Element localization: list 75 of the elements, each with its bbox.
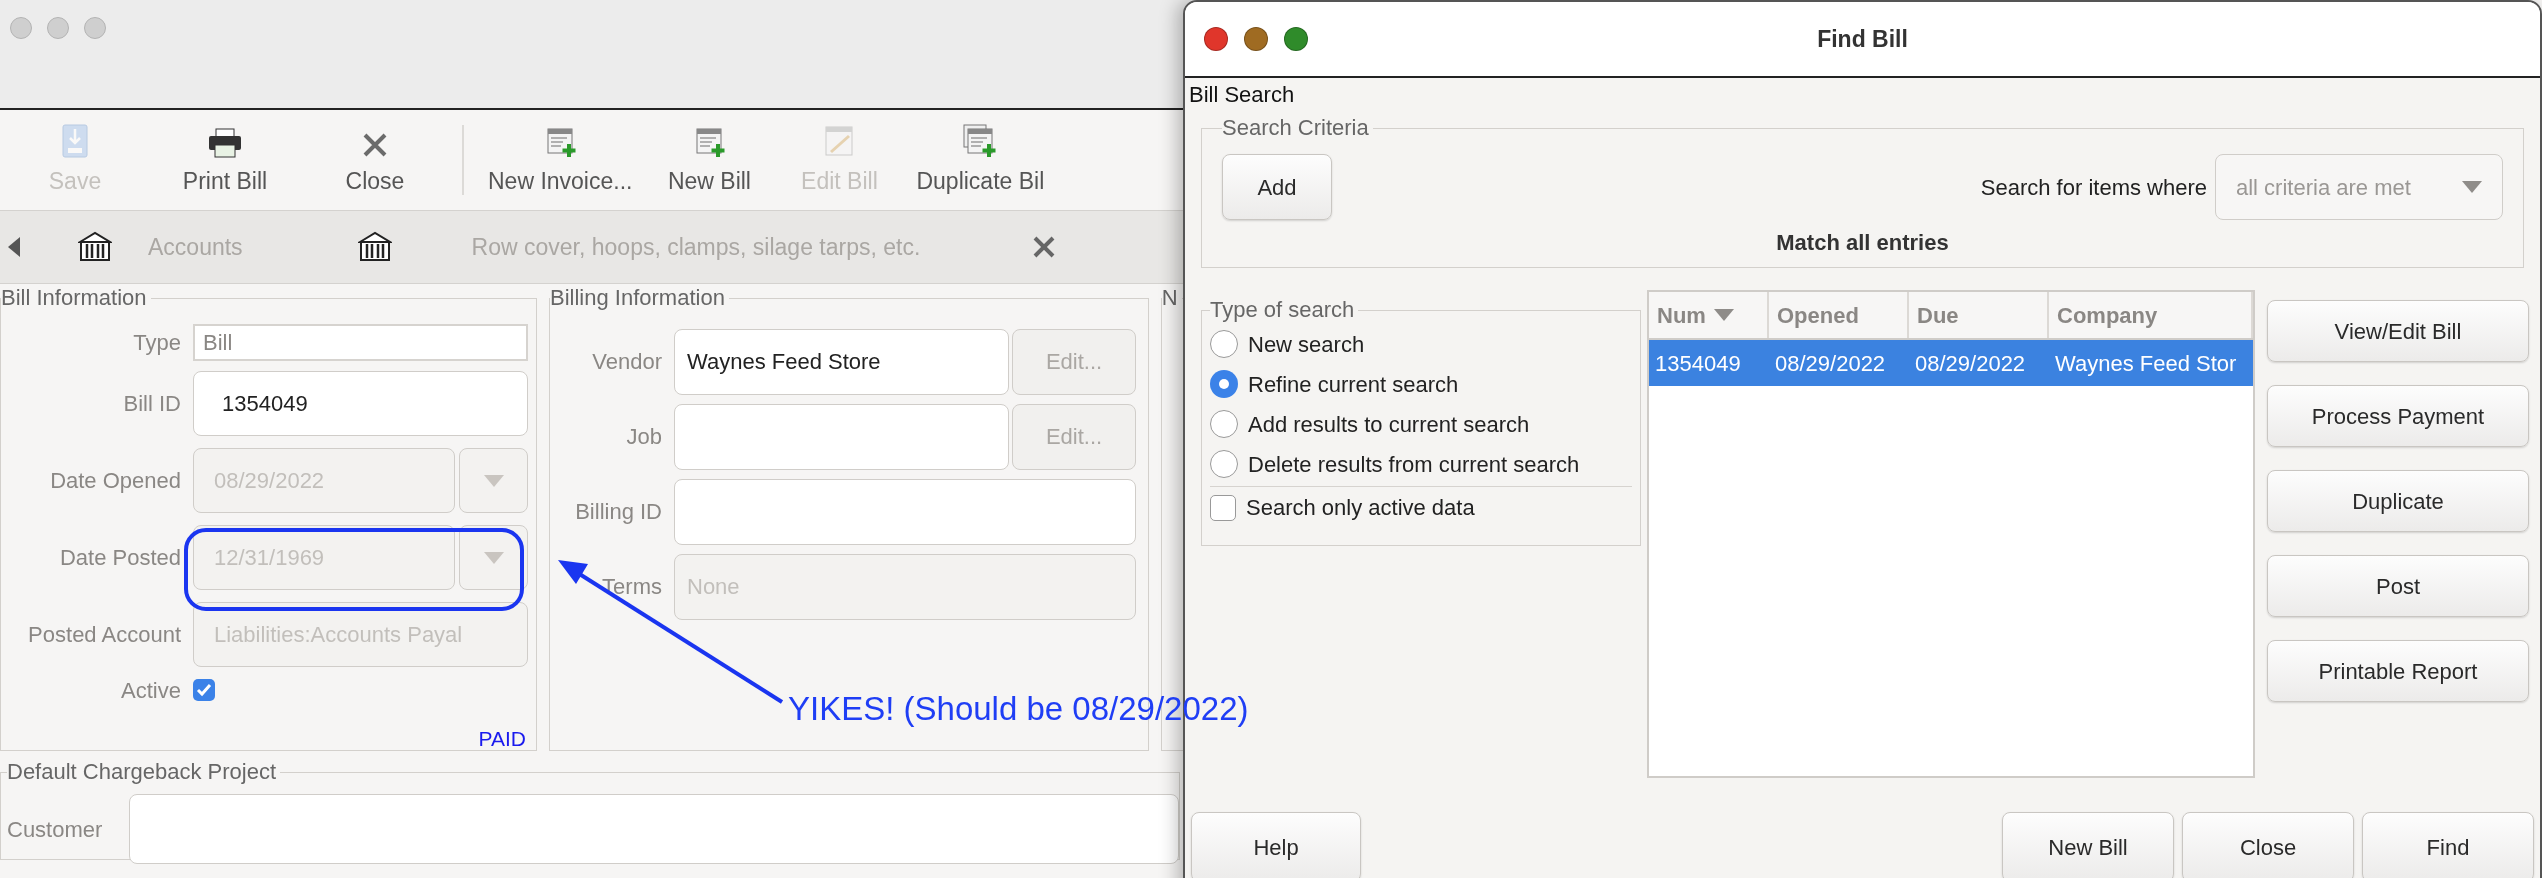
toolbar-button[interactable]: Close [300, 121, 450, 199]
text-field[interactable]: 1354049 [193, 371, 528, 436]
left-arrow-icon[interactable] [8, 237, 20, 257]
text-field[interactable] [674, 403, 1009, 470]
field-label: Active [121, 676, 181, 705]
group-title: Search Criteria [1222, 116, 1370, 140]
caret-icon [483, 551, 504, 564]
push-button[interactable]: Find [2362, 812, 2534, 878]
caret-icon [483, 474, 504, 487]
customer-field[interactable] [129, 794, 1179, 864]
caret-icon [2462, 181, 2482, 193]
table-row[interactable]: 1354049 08/29/2022 08/29/2022 Waynes Feed Stor [1649, 340, 2253, 386]
table-cell-text: Waynes Feed Stor [2054, 349, 2238, 378]
toolbar-button[interactable]: New Bill [644, 121, 775, 199]
field-label: Job [626, 423, 662, 451]
option-label: New search [1248, 330, 1365, 359]
radio-button[interactable] [1210, 410, 1238, 438]
close-icon[interactable] [1032, 235, 1057, 259]
sort-caret-icon [1713, 309, 1734, 321]
option-label: Add results to current search [1248, 410, 1530, 439]
field-label: Terms [602, 573, 662, 601]
radio-button[interactable] [1210, 450, 1238, 478]
push-button[interactable]: Process Payment [2267, 385, 2529, 447]
push-button[interactable]: Add [1222, 154, 1332, 220]
document-plus-icon [963, 123, 998, 158]
push-button[interactable]: Printable Report [2267, 640, 2529, 702]
push-button[interactable]: New Bill [2002, 812, 2174, 878]
status-label: PAID [478, 726, 526, 752]
toolbar-button[interactable]: New Invoice... [476, 121, 645, 199]
table-cell-text: 08/29/2022 [1914, 349, 2027, 378]
field-label: Customer [7, 815, 104, 844]
push-button[interactable]: View/Edit Bill [2267, 300, 2529, 362]
option-label: Delete results from current search [1248, 450, 1580, 479]
option-label: Search only active data [1246, 494, 1475, 522]
summary-text: Match all entries [1776, 229, 1949, 257]
save-icon [62, 123, 88, 158]
push-button[interactable]: Duplicate [2267, 470, 2529, 532]
date-dropdown-button[interactable] [459, 525, 528, 590]
window-control-icon[interactable] [1204, 27, 1228, 51]
checkbox[interactable] [1210, 494, 1236, 521]
radio-button[interactable] [1210, 370, 1238, 398]
radio-button[interactable] [1210, 330, 1238, 358]
group-title: Type of search [1210, 298, 1356, 322]
push-button[interactable]: Help [1191, 812, 1361, 878]
group-title: N [1161, 286, 1179, 310]
field-label: Bill ID [123, 390, 181, 418]
printer-icon [208, 127, 242, 158]
push-button[interactable]: Post [2267, 555, 2529, 617]
toolbar-button[interactable]: Duplicate Bil [904, 121, 1057, 199]
text-field[interactable] [674, 478, 1136, 545]
field-label: Type [133, 329, 181, 357]
toolbar-button[interactable]: Print Bill [150, 121, 300, 199]
field-label: Posted Account [28, 621, 181, 649]
group-title: Default Chargeback Project [7, 760, 278, 784]
section-title: Bill Search [1188, 81, 1295, 109]
bank-icon [78, 231, 112, 263]
option-label: Refine current search [1248, 370, 1459, 399]
bank-icon [357, 231, 392, 263]
text-field[interactable]: Waynes Feed Store [674, 328, 1009, 395]
group-title: Billing Information [550, 286, 726, 310]
field-label: Search for items where [1980, 173, 2207, 202]
table-cell-text: 08/29/2022 [1774, 349, 1887, 378]
window-control-icon[interactable] [1284, 27, 1308, 51]
close-icon [362, 131, 388, 158]
table-cell-text: 1354049 [1654, 349, 1742, 378]
window-title: Find Bill [1817, 24, 1908, 54]
field-label: Date Posted [59, 544, 181, 572]
field-label: Date Opened [50, 467, 181, 495]
group-title: Bill Information [1, 286, 148, 310]
checkmark-icon [196, 683, 212, 697]
checkbox[interactable] [193, 679, 215, 701]
field-label: Vendor [592, 348, 662, 376]
window-control-icon[interactable] [1244, 27, 1268, 51]
field-label: Billing ID [575, 498, 662, 526]
push-button[interactable]: Close [2182, 812, 2354, 878]
